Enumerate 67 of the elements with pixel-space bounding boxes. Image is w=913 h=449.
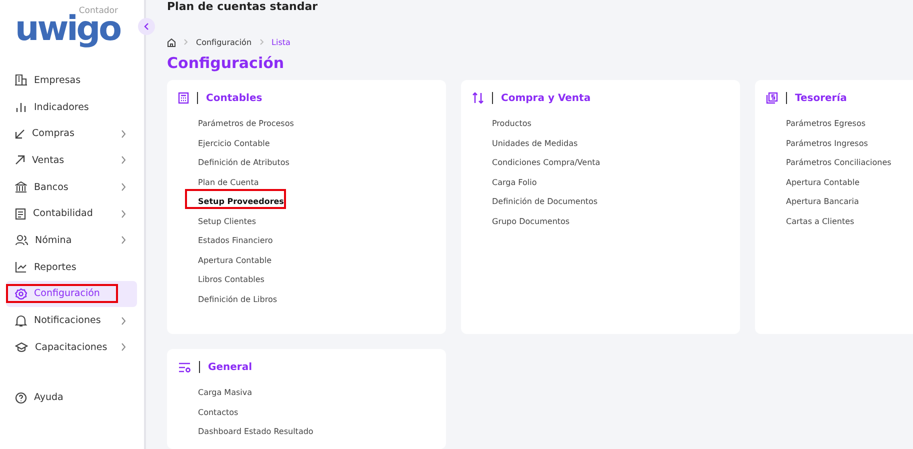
config-link[interactable]: Carga Masiva <box>198 386 252 406</box>
ledger-icon <box>15 208 26 220</box>
config-link[interactable]: Definición de Documentos <box>492 195 598 214</box>
card-title: Compra y Venta <box>501 92 591 104</box>
line-chart-icon <box>15 261 27 274</box>
breadcrumb-link[interactable]: Lista <box>272 38 290 46</box>
card-title: General <box>208 362 252 372</box>
config-link[interactable]: Carga Folio <box>492 176 537 195</box>
config-link[interactable]: Setup Proveedores <box>198 195 284 214</box>
arrow-down-left-icon <box>15 128 25 139</box>
logo-subtitle: Contador <box>78 6 118 16</box>
page-title: Plan de cuentas standar <box>167 0 319 15</box>
config-link[interactable]: Cartas a Clientes <box>786 214 854 234</box>
sidebar-item[interactable]: Reportes <box>6 254 137 280</box>
calculator-icon <box>178 92 189 104</box>
config-link[interactable]: Dashboard Estado Resultado <box>198 425 314 444</box>
card-title: Contables <box>206 92 262 104</box>
bank-icon <box>15 181 27 194</box>
config-link[interactable]: Parámetros Egresos <box>786 117 866 136</box>
page-heading: Configuración <box>167 54 286 74</box>
chevron-left-icon <box>144 23 149 30</box>
filter-settings-icon <box>178 362 191 372</box>
config-link[interactable]: Apertura Bancaria <box>786 195 859 214</box>
config-link[interactable]: Unidades de Medidas <box>492 136 578 156</box>
sidebar-item[interactable]: Bancos <box>6 174 137 200</box>
config-link[interactable]: Definición de Libros <box>198 292 278 312</box>
config-link[interactable]: Setup Clientes <box>198 214 256 234</box>
sidebar-item[interactable]: Notificaciones <box>6 307 137 334</box>
chevron-right-icon <box>260 39 264 45</box>
help-icon <box>15 392 27 404</box>
sidebar-item[interactable]: Indicadores <box>6 94 137 120</box>
config-link[interactable]: Parámetros de Procesos <box>198 117 294 136</box>
config-link[interactable]: Definición de Atributos <box>198 156 290 176</box>
sidebar-item[interactable]: Contabilidad <box>6 200 137 228</box>
card-title: Tesorería <box>795 92 847 104</box>
sidebar-item[interactable]: Configuración <box>6 280 137 308</box>
sidebar-item[interactable]: Nómina <box>6 227 137 254</box>
documents-icon <box>766 92 778 104</box>
bar-chart-icon <box>15 101 27 114</box>
config-link[interactable]: Estados Financiero <box>198 234 273 254</box>
bell-icon <box>15 314 27 327</box>
config-link[interactable]: Productos <box>492 117 532 136</box>
config-link[interactable]: Apertura Contable <box>198 254 272 273</box>
swap-arrows-icon <box>472 92 484 104</box>
building-icon <box>15 74 27 86</box>
settings-icon <box>15 288 27 300</box>
sidebar-item[interactable]: Capacitaciones <box>6 334 137 361</box>
config-link[interactable]: Ejercicio Contable <box>198 136 270 156</box>
config-link[interactable]: Apertura Contable <box>786 176 860 195</box>
config-link[interactable]: Parámetros Conciliaciones <box>786 156 892 176</box>
config-link[interactable]: Contactos <box>198 406 238 425</box>
config-link[interactable]: Grupo Documentos <box>492 214 570 234</box>
sidebar-item[interactable]: Compras <box>6 120 137 148</box>
config-link[interactable]: Condiciones Compra/Venta <box>492 156 600 176</box>
sidebar-item[interactable]: Empresas <box>6 67 137 94</box>
home-icon[interactable] <box>167 38 176 46</box>
graduation-cap-icon <box>15 341 28 354</box>
breadcrumb-link[interactable]: Configuración <box>196 38 252 46</box>
config-link[interactable]: Libros Contables <box>198 273 264 292</box>
config-link[interactable]: Parámetros Ingresos <box>786 136 868 156</box>
collapse-sidebar-button[interactable] <box>138 18 155 35</box>
config-link[interactable]: Plan de Cuenta <box>198 176 259 195</box>
chevron-right-icon <box>184 39 188 45</box>
arrow-up-right-icon <box>15 155 25 166</box>
sidebar-item[interactable]: Ventas <box>6 147 137 174</box>
help-nav-item[interactable]: Ayuda <box>6 384 137 411</box>
users-icon <box>15 234 28 246</box>
